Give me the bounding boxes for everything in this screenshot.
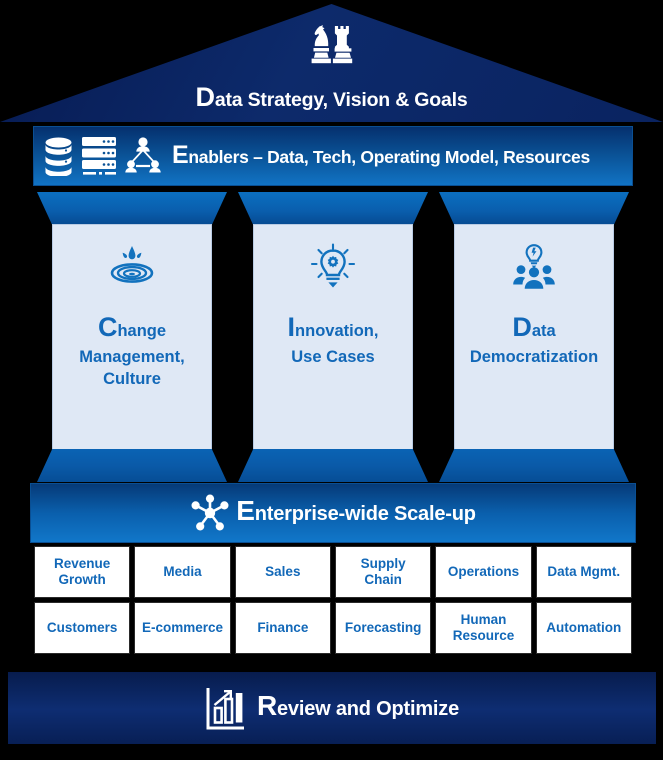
pillar-head-rest: ata	[531, 322, 556, 340]
pillar-innovation-use-cases[interactable]: Innovation, Use Cases	[238, 192, 428, 482]
roof-section: Data Strategy, Vision & Goals	[0, 4, 663, 122]
pillar-dropcap: D	[512, 312, 532, 342]
pillar-head-rest: nnovation,	[295, 322, 379, 340]
server-rack-icon	[82, 137, 116, 175]
pillar-capital	[439, 192, 629, 225]
pillar-shaft: Innovation, Use Cases	[253, 224, 413, 450]
bar-chart-arrow-icon	[206, 688, 244, 730]
chess-pieces-icon	[311, 25, 352, 64]
tile-human-resource[interactable]: Human Resource	[435, 602, 532, 654]
pillar-head: Change	[79, 314, 184, 343]
tile-finance[interactable]: Finance	[234, 602, 331, 654]
pillar-dropcap: I	[287, 312, 296, 342]
footer-title: Review and Optimize	[257, 692, 460, 721]
enablers-title-dropcap: E	[172, 140, 189, 169]
capability-tiles-grid: Revenue Growth Media Sales Supply Chain Op…	[34, 546, 632, 658]
people-lightbulb-icon	[513, 244, 555, 289]
pillar-base	[238, 449, 428, 482]
pillar-change-management[interactable]: Change Management, Culture	[37, 192, 227, 482]
tile-data-mgmt[interactable]: Data Mgmt.	[535, 546, 632, 598]
tile-customers[interactable]: Customers	[34, 602, 131, 654]
pillar-head: Innovation,	[288, 314, 379, 343]
water-droplet-ripple-icon	[110, 246, 154, 283]
pillar-label: Data Democratization	[465, 314, 603, 369]
footer-title-rest: eview and Optimize	[277, 698, 460, 720]
footer-bar[interactable]: Review and Optimize	[8, 672, 656, 744]
scaleup-title-dropcap: E	[236, 495, 255, 526]
pillar-capital	[37, 192, 227, 225]
pillars-group: Change Management, Culture Innovation, U…	[33, 192, 633, 482]
hub-network-icon	[191, 494, 229, 531]
pillar-base	[37, 449, 227, 482]
tile-forecasting[interactable]: Forecasting	[334, 602, 432, 654]
pillar-label: Innovation, Use Cases	[283, 314, 384, 369]
tile-media[interactable]: Media	[134, 546, 231, 598]
database-stack-icon	[45, 137, 72, 176]
roof-title-rest: ata Strategy, Vision & Goals	[214, 89, 468, 111]
pillar-data-democratization[interactable]: Data Democratization	[439, 192, 629, 482]
roof-title: Data Strategy, Vision & Goals	[0, 84, 663, 112]
pillar-sub: Democratization	[469, 347, 599, 366]
tile-row-1: Revenue Growth Media Sales Supply Chain Op…	[34, 546, 632, 598]
tile-revenue-growth[interactable]: Revenue Growth	[34, 546, 131, 598]
pillar-shaft: Data Democratization	[454, 224, 614, 450]
pillar-sub: Use Cases	[291, 347, 375, 366]
pillar-sub: Management, Culture	[79, 347, 185, 388]
lightbulb-gear-icon	[310, 243, 356, 288]
tile-row-2: Customers E-commerce Finance Forecasting…	[34, 602, 632, 654]
enablers-icon-group	[42, 135, 163, 177]
tile-supply-chain[interactable]: Supply Chain	[334, 546, 432, 598]
pillar-shaft: Change Management, Culture	[52, 224, 212, 450]
enablers-bar[interactable]: Enablers – Data, Tech, Operating Model, …	[33, 126, 633, 186]
scaleup-title-rest: nterprise-wide Scale-up	[254, 503, 476, 525]
tile-sales[interactable]: Sales	[234, 546, 331, 598]
pillar-capital	[238, 192, 428, 225]
roof-title-dropcap: D	[195, 82, 216, 112]
data-strategy-framework-diagram: Data Strategy, Vision & Goals Enablers –…	[0, 0, 663, 760]
footer-title-dropcap: R	[256, 690, 277, 721]
scaleup-bar[interactable]: Enterprise-wide Scale-up	[30, 483, 636, 543]
tile-automation[interactable]: Automation	[535, 602, 632, 654]
pillar-base	[439, 449, 629, 482]
org-network-icon	[125, 137, 161, 173]
tile-e-commerce[interactable]: E-commerce	[134, 602, 231, 654]
pillar-label: Change Management, Culture	[74, 314, 189, 390]
pillar-dropcap: C	[97, 312, 118, 342]
pillar-head: Data	[470, 314, 598, 343]
scaleup-title: Enterprise-wide Scale-up	[236, 497, 476, 526]
enablers-title-rest: nablers – Data, Tech, Operating Model, R…	[188, 146, 590, 167]
tile-operations[interactable]: Operations	[435, 546, 532, 598]
enablers-title: Enablers – Data, Tech, Operating Model, …	[172, 142, 590, 168]
pillar-head-rest: hange	[117, 322, 167, 340]
